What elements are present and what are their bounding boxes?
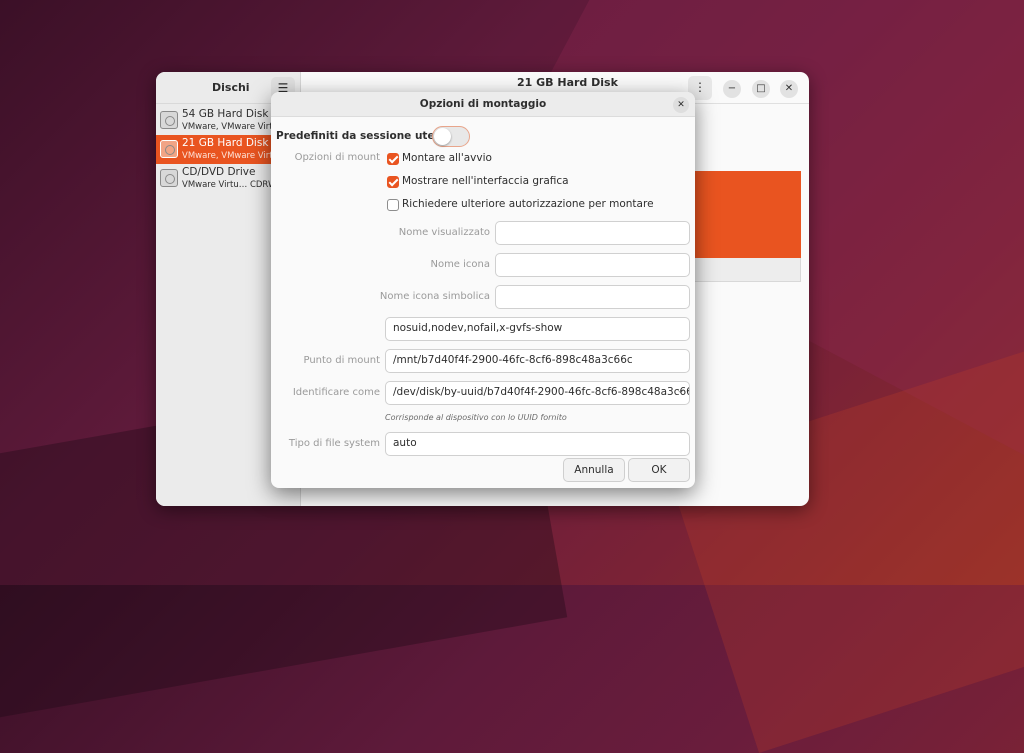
session-defaults-label: Predefiniti da sessione utente (276, 130, 455, 142)
show-in-ui-label[interactable]: Mostrare nell'interfaccia grafica (402, 175, 569, 187)
close-icon[interactable]: ✕ (673, 97, 689, 113)
mount-at-startup-checkbox[interactable] (387, 153, 399, 165)
mount-point-input[interactable]: /mnt/b7d40f4f-2900-46fc-8cf6-898c48a3c66… (385, 349, 690, 373)
drive-name: 54 GB Hard Disk (182, 108, 269, 120)
mount-options-label: Opzioni di mount (294, 152, 380, 163)
hard-disk-icon (160, 111, 178, 129)
identify-hint: Corrisponde al dispositivo con lo UUID f… (385, 413, 567, 422)
optical-drive-icon (160, 169, 178, 187)
fs-type-label: Tipo di file system (288, 438, 380, 449)
dialog-title: Opzioni di montaggio (419, 98, 547, 110)
require-auth-checkbox[interactable] (387, 199, 399, 211)
maximize-icon[interactable]: □ (752, 80, 770, 98)
mount-options-dialog: Opzioni di montaggio ✕ Predefiniti da se… (271, 92, 695, 488)
minimize-icon[interactable]: − (723, 80, 741, 98)
cancel-button[interactable]: Annulla (563, 458, 625, 482)
display-name-input[interactable] (495, 221, 690, 245)
drive-name: CD/DVD Drive (182, 166, 256, 178)
icon-name-label: Nome icona (430, 259, 490, 270)
identify-as-label: Identificare come (292, 387, 380, 398)
identify-as-value: /dev/disk/by-uuid/b7d40f4f-2900-46fc-8cf… (393, 386, 690, 398)
mount-point-label: Punto di mount (303, 355, 380, 366)
require-auth-label[interactable]: Richiedere ulteriore autorizzazione per … (402, 198, 654, 210)
close-icon[interactable]: ✕ (780, 80, 798, 98)
chevron-down-icon: ⌵ (677, 386, 684, 396)
ok-button[interactable]: OK (628, 458, 690, 482)
window-title: 21 GB Hard Disk (517, 76, 618, 89)
drive-name: 21 GB Hard Disk (182, 137, 269, 149)
symbolic-icon-label: Nome icona simbolica (379, 291, 490, 302)
session-defaults-toggle[interactable] (432, 126, 470, 147)
fs-type-input[interactable]: auto (385, 432, 690, 456)
hard-disk-icon (160, 140, 178, 158)
symbolic-icon-input[interactable] (495, 285, 690, 309)
show-in-ui-checkbox[interactable] (387, 176, 399, 188)
mount-options-input[interactable]: nosuid,nodev,nofail,x-gvfs-show (385, 317, 690, 341)
display-name-label: Nome visualizzato (398, 227, 490, 238)
sidebar-title: Dischi (212, 81, 250, 94)
icon-name-input[interactable] (495, 253, 690, 277)
toggle-knob (434, 128, 451, 145)
dialog-header: Opzioni di montaggio ✕ (271, 92, 695, 117)
identify-as-combo[interactable]: /dev/disk/by-uuid/b7d40f4f-2900-46fc-8cf… (385, 381, 690, 405)
mount-at-startup-label[interactable]: Montare all'avvio (402, 152, 492, 164)
